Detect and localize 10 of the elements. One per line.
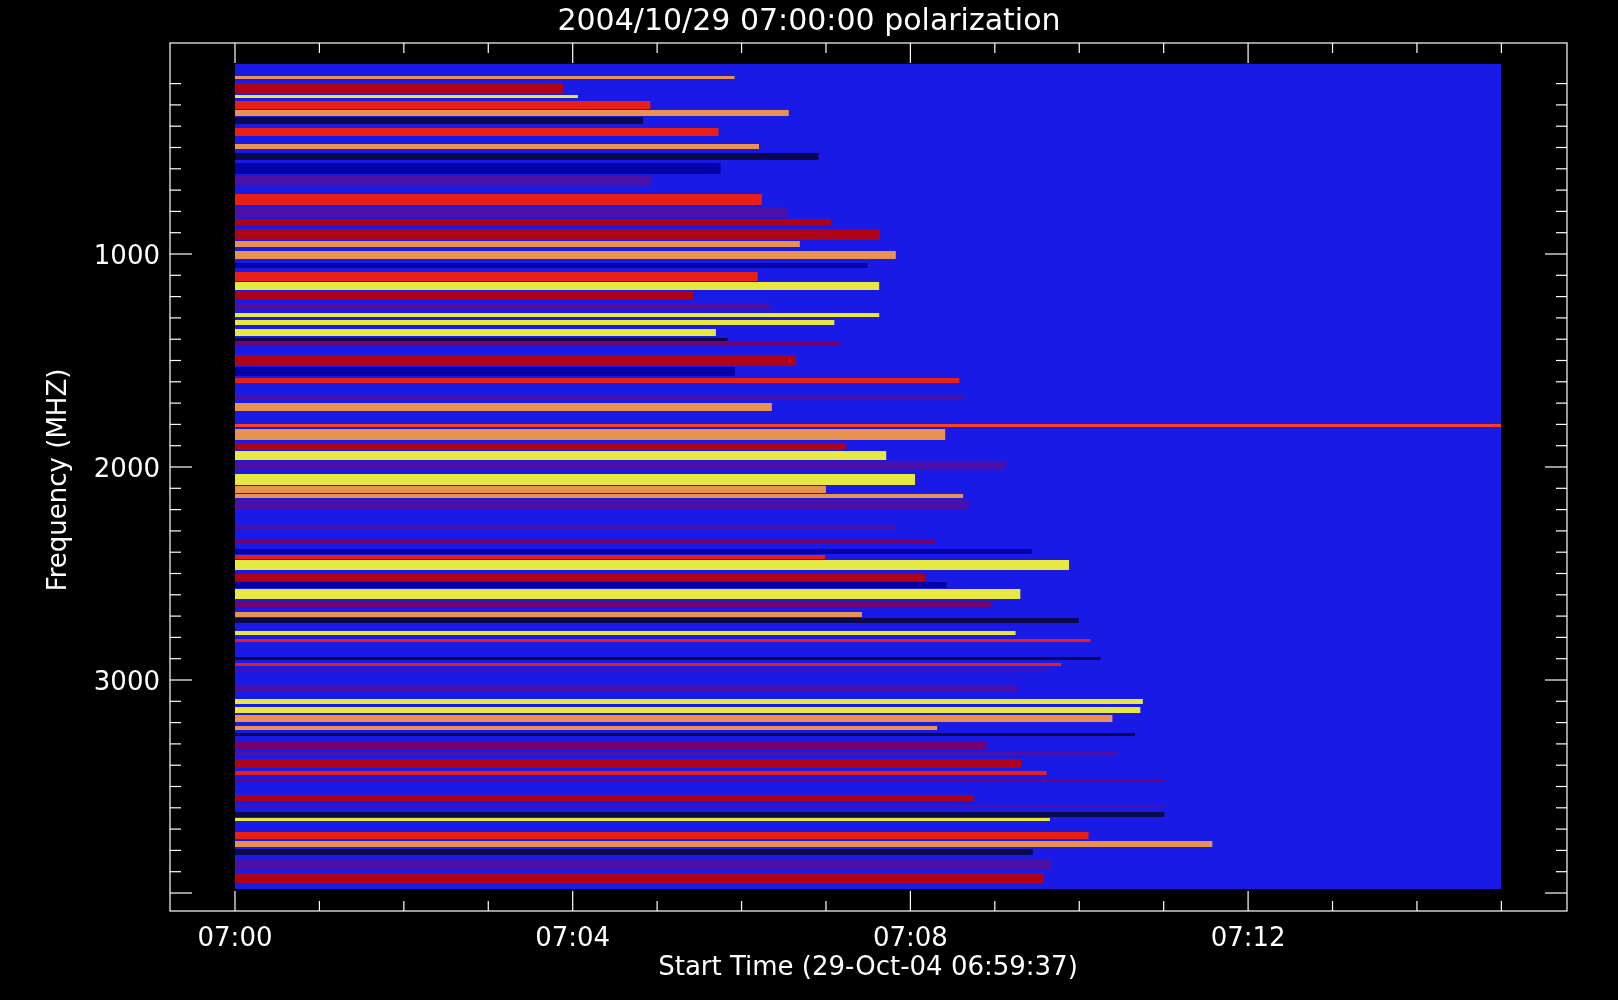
tick-label: 1000 (93, 240, 160, 270)
tick-label: 07:00 (197, 922, 273, 952)
axis-title: Start Time (29-Oct-04 06:59:37) (658, 951, 1078, 981)
tick-label: 07:12 (1210, 922, 1286, 952)
tick-label: 2000 (93, 453, 160, 483)
axis-title: Frequency (MHZ) (42, 368, 72, 592)
tick-label: 07:04 (535, 922, 611, 952)
tick-label: 07:08 (872, 922, 948, 952)
plot-title: 2004/10/29 07:00:00 polarization (557, 2, 1061, 37)
tick-label: 3000 (93, 666, 160, 696)
